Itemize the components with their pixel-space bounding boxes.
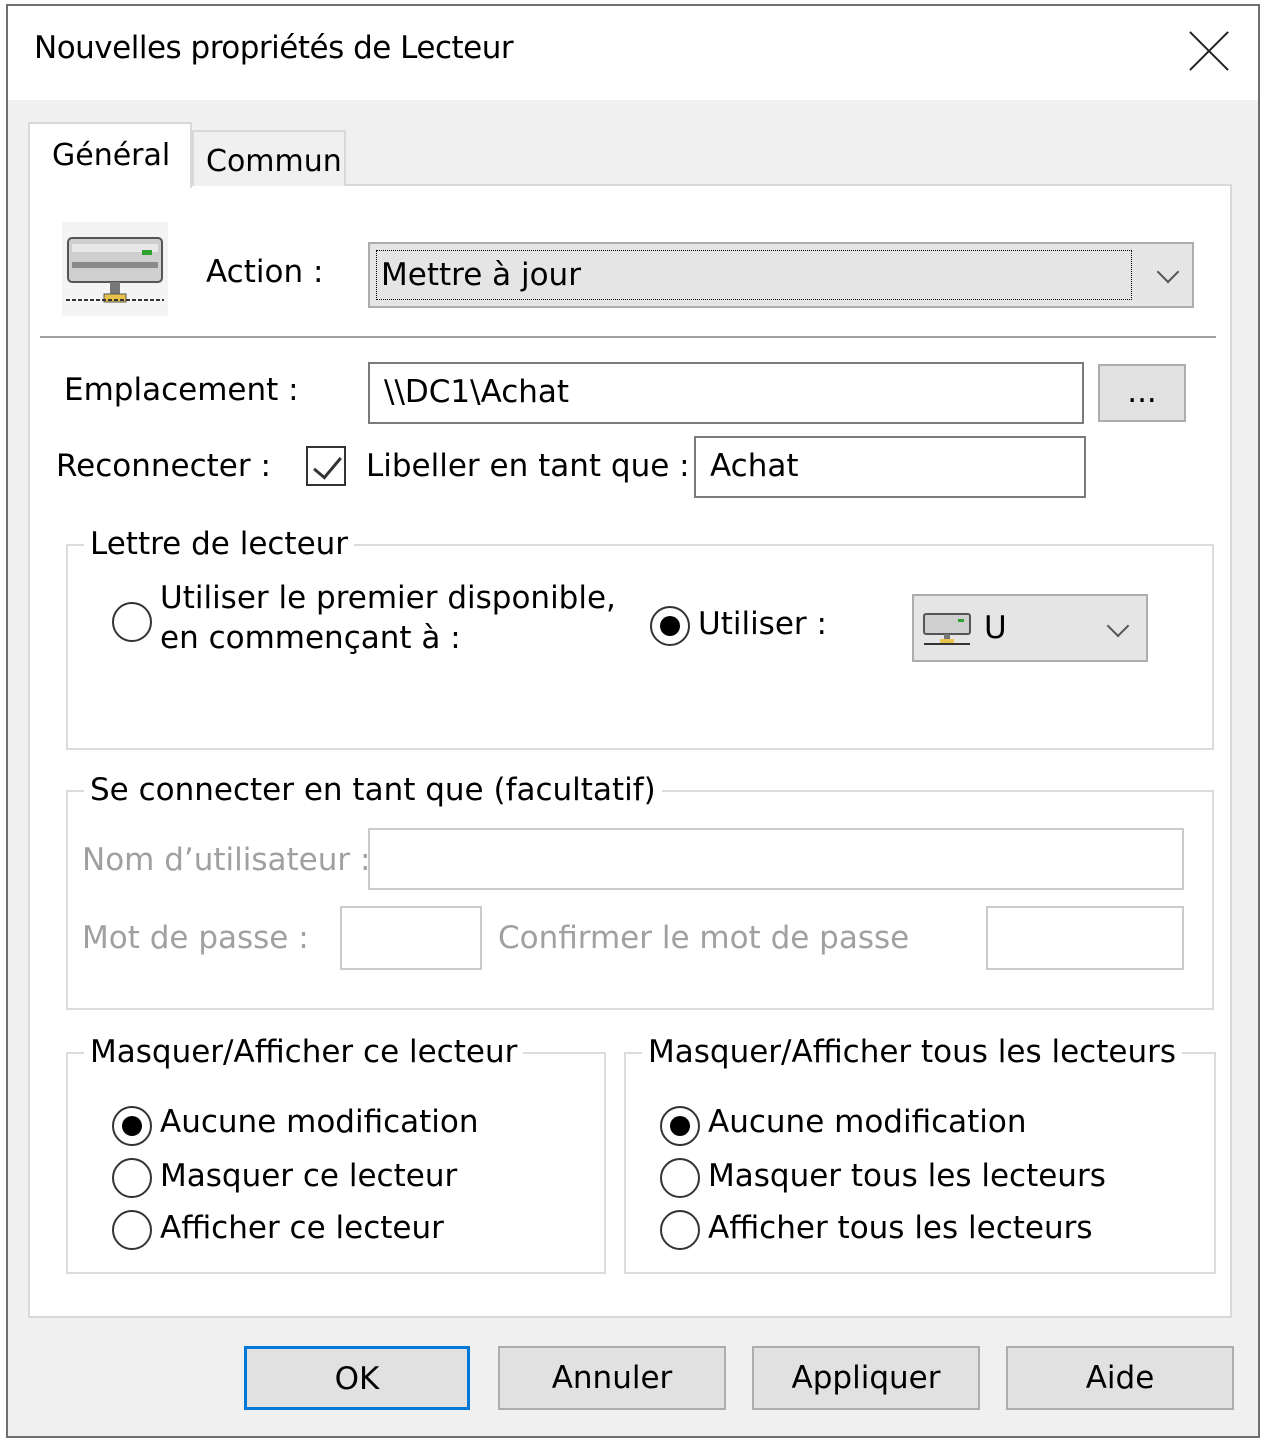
reconnect-label: Reconnecter :: [56, 448, 271, 484]
radio-use-letter[interactable]: [650, 606, 690, 646]
hide-this-label: Masquer ce lecteur: [160, 1158, 458, 1194]
browse-button[interactable]: ...: [1098, 364, 1186, 422]
checkmark-icon: [313, 449, 342, 480]
radio-show-all[interactable]: [660, 1210, 700, 1250]
first-available-label-line2: en commençant à :: [160, 620, 461, 656]
show-this-label: Afficher ce lecteur: [160, 1210, 444, 1246]
tab-commun[interactable]: Commun: [192, 130, 346, 186]
reconnect-checkbox[interactable]: [306, 446, 346, 486]
cancel-button[interactable]: Annuler: [498, 1346, 726, 1410]
radio-all-no-change[interactable]: [660, 1106, 700, 1146]
libeller-label: Libeller en tant que :: [366, 448, 690, 484]
password-label: Mot de passe :: [82, 920, 309, 956]
drive-letter-value: U: [984, 610, 1007, 646]
radio-first-available[interactable]: [112, 602, 152, 642]
apply-button[interactable]: Appliquer: [752, 1346, 980, 1410]
radio-hide-this[interactable]: [112, 1158, 152, 1198]
username-label: Nom d’utilisateur :: [82, 842, 371, 878]
all-no-change-label: Aucune modification: [708, 1104, 1027, 1140]
username-input[interactable]: [368, 828, 1184, 890]
chevron-down-icon: [1156, 260, 1180, 284]
close-icon[interactable]: [1186, 28, 1232, 74]
help-button[interactable]: Aide: [1006, 1346, 1234, 1410]
separator: [40, 336, 1216, 338]
hide-this-drive-group-title: Masquer/Afficher ce lecteur: [84, 1034, 524, 1070]
password-input[interactable]: [340, 906, 482, 970]
hide-all-drives-group-title: Masquer/Afficher tous les lecteurs: [642, 1034, 1182, 1070]
first-available-label-line1: Utiliser le premier disponible,: [160, 580, 616, 616]
show-all-label: Afficher tous les lecteurs: [708, 1210, 1093, 1246]
tab-general[interactable]: Général: [28, 122, 192, 188]
libeller-input[interactable]: Achat: [694, 436, 1086, 498]
window-title: Nouvelles propriétés de Lecteur: [34, 30, 514, 66]
drive-letter-combobox[interactable]: U: [912, 594, 1148, 662]
network-drive-icon: [62, 222, 168, 316]
emplacement-label: Emplacement :: [64, 372, 299, 408]
confirm-password-label: Confirmer le mot de passe: [498, 920, 910, 956]
emplacement-input[interactable]: \\DC1\Achat: [368, 362, 1084, 424]
hide-all-label: Masquer tous les lecteurs: [708, 1158, 1106, 1194]
network-drive-icon: [923, 613, 971, 645]
action-label: Action :: [206, 254, 324, 290]
confirm-password-input[interactable]: [986, 906, 1184, 970]
action-combobox[interactable]: Mettre à jour: [368, 242, 1194, 308]
use-letter-label: Utiliser :: [698, 606, 827, 642]
connect-as-group: [66, 790, 1214, 1010]
radio-show-this[interactable]: [112, 1210, 152, 1250]
radio-hide-all[interactable]: [660, 1158, 700, 1198]
chevron-down-icon: [1106, 614, 1130, 638]
radio-this-no-change[interactable]: [112, 1106, 152, 1146]
this-no-change-label: Aucune modification: [160, 1104, 479, 1140]
drive-letter-group-title: Lettre de lecteur: [84, 526, 355, 562]
ok-button[interactable]: OK: [244, 1346, 470, 1410]
connect-as-group-title: Se connecter en tant que (facultatif): [84, 772, 662, 808]
action-value: Mettre à jour: [376, 250, 1132, 300]
